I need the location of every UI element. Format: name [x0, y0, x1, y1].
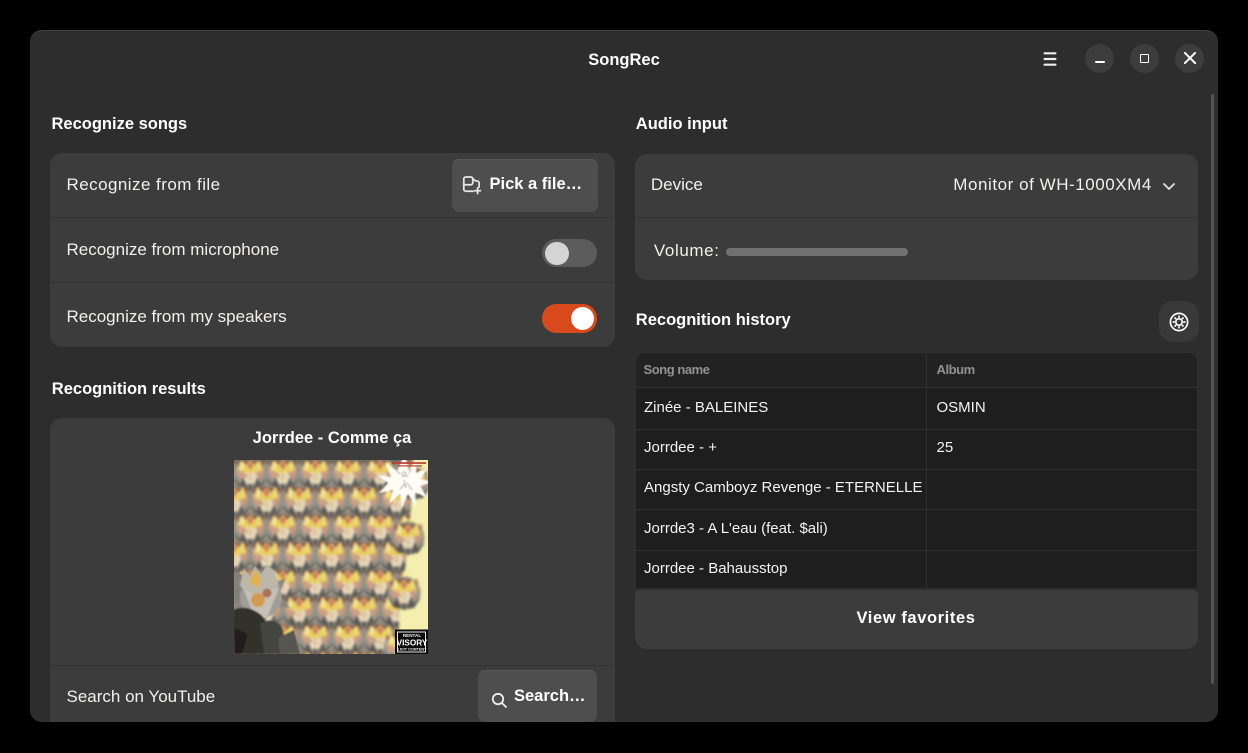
svg-text:VISORY: VISORY — [397, 638, 428, 647]
svg-text:LICIT CONTENT: LICIT CONTENT — [398, 648, 428, 652]
